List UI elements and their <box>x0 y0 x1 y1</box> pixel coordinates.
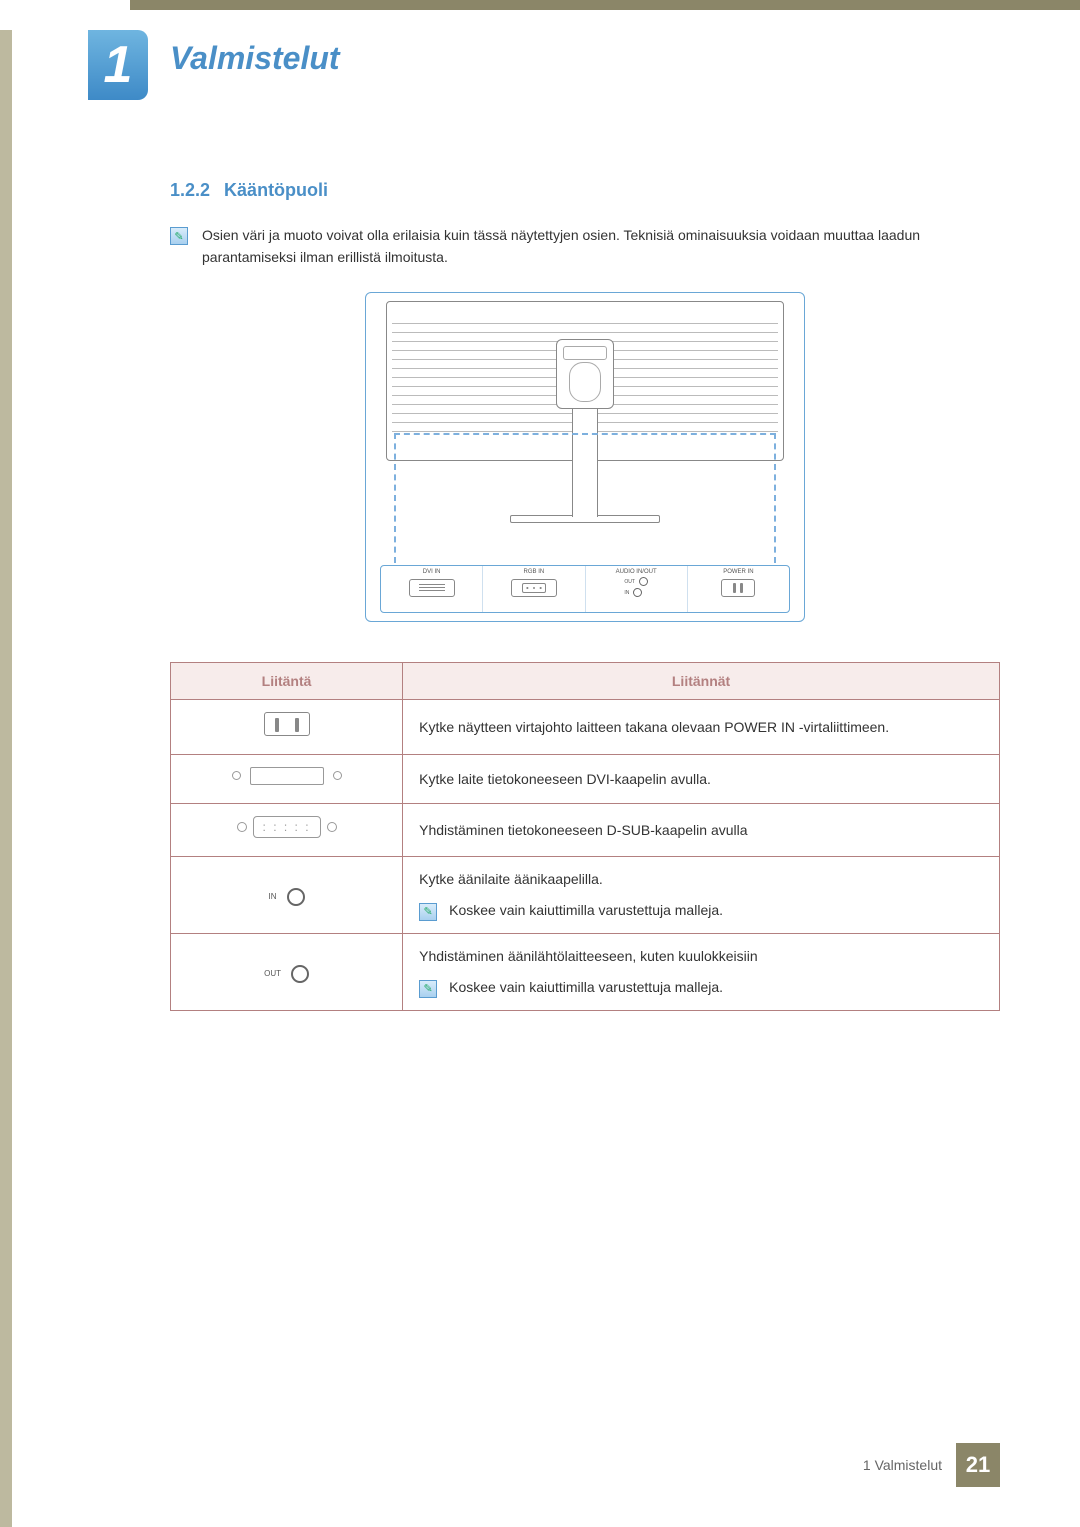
audio-out-port-icon: OUT <box>264 965 309 983</box>
port-cell: OUT <box>171 934 403 1011</box>
table-row: IN Kytke äänilaite äänikaapelilla. Koske… <box>171 857 1000 934</box>
port-desc: Yhdistäminen äänilähtölaitteeseen, kuten… <box>403 934 1000 1011</box>
ports-table: Liitäntä Liitännät Kytke näytteen virtaj… <box>170 662 1000 1011</box>
note-icon <box>419 903 437 921</box>
port-subnote: Koskee vain kaiuttimilla varustettuja ma… <box>449 900 723 921</box>
port-subnote: Koskee vain kaiuttimilla varustettuja ma… <box>449 977 723 998</box>
callout-line-left <box>394 433 396 563</box>
port-desc-text: Yhdistäminen äänilähtölaitteeseen, kuten… <box>419 946 983 967</box>
chapter-title: Valmistelut <box>170 40 340 77</box>
subsection-number: 1.2.2 <box>170 180 210 201</box>
note-row: Osien väri ja muoto voivat olla erilaisi… <box>170 225 1000 268</box>
table-row: Kytke näytteen virtajohto laitteen takan… <box>171 700 1000 755</box>
left-decorative-bar <box>0 30 12 1527</box>
port-cell: : : : : : <box>171 804 403 857</box>
port-desc: Kytke äänilaite äänikaapelilla. Koskee v… <box>403 857 1000 934</box>
power-port-icon <box>721 579 755 597</box>
col-header-port: Liitäntä <box>171 663 403 700</box>
page: 1 Valmistelut 1.2.2 Kääntöpuoli Osien vä… <box>0 0 1080 1527</box>
port-desc: Kytke laite tietokoneeseen DVI-kaapelin … <box>403 755 1000 804</box>
detail-audio: AUDIO IN/OUT OUT IN <box>586 566 688 612</box>
audio-label: AUDIO IN/OUT <box>616 569 657 575</box>
table-row: : : : : : Yhdistäminen tietokoneeseen D-… <box>171 804 1000 857</box>
footer-chapter-label: 1 Valmistelut <box>863 1457 942 1473</box>
chapter-number-block: 1 <box>88 30 148 100</box>
subsection-heading: 1.2.2 Kääntöpuoli <box>170 180 1000 201</box>
dvi-port-icon <box>409 579 455 597</box>
audio-out-label: OUT <box>624 579 635 585</box>
rgb-port-icon <box>511 579 557 597</box>
port-desc: Yhdistäminen tietokoneeseen D-SUB-kaapel… <box>403 804 1000 857</box>
callout-line-right <box>774 433 776 563</box>
footer-page-number: 21 <box>956 1443 1000 1487</box>
power-port-icon <box>264 712 310 736</box>
rgb-port-icon: : : : : : <box>237 816 337 838</box>
top-decorative-strip <box>130 0 1080 10</box>
monitor-rear-diagram: DVI IN RGB IN AUDIO IN/OUT OUT IN <box>365 292 805 622</box>
note-text: Osien väri ja muoto voivat olla erilaisi… <box>202 225 1000 268</box>
port-desc-text: Kytke äänilaite äänikaapelilla. <box>419 869 983 890</box>
audio-out-jack-icon <box>639 577 648 586</box>
audio-in-label: IN <box>624 590 629 596</box>
subsection-title: Kääntöpuoli <box>224 180 328 201</box>
rgb-label: RGB IN <box>524 569 545 575</box>
jack-label: IN <box>269 891 277 903</box>
port-detail-strip: DVI IN RGB IN AUDIO IN/OUT OUT IN <box>380 565 790 613</box>
audio-in-port-icon: IN <box>269 888 305 906</box>
port-cell: IN <box>171 857 403 934</box>
detail-dvi: DVI IN <box>381 566 483 612</box>
table-row: Kytke laite tietokoneeseen DVI-kaapelin … <box>171 755 1000 804</box>
stand-pole <box>572 407 598 517</box>
port-desc: Kytke näytteen virtajohto laitteen takan… <box>403 700 1000 755</box>
col-header-desc: Liitännät <box>403 663 1000 700</box>
page-footer: 1 Valmistelut 21 <box>863 1443 1000 1487</box>
jack-icon <box>291 965 309 983</box>
table-row: OUT Yhdistäminen äänilähtölaitteeseen, k… <box>171 934 1000 1011</box>
stand-mount <box>556 339 614 409</box>
audio-in-jack-icon <box>633 588 642 597</box>
detail-power: POWER IN <box>688 566 789 612</box>
port-cell <box>171 700 403 755</box>
dvi-label: DVI IN <box>423 569 441 575</box>
jack-icon <box>287 888 305 906</box>
note-icon <box>170 227 188 245</box>
jack-label: OUT <box>264 968 281 980</box>
audio-jacks: OUT IN <box>624 577 648 597</box>
power-label: POWER IN <box>723 569 753 575</box>
detail-rgb: RGB IN <box>483 566 585 612</box>
callout-line <box>394 433 776 435</box>
content-area: 1.2.2 Kääntöpuoli Osien väri ja muoto vo… <box>170 180 1000 1011</box>
dvi-port-icon <box>232 767 342 785</box>
port-cell <box>171 755 403 804</box>
diagram-wrap: DVI IN RGB IN AUDIO IN/OUT OUT IN <box>170 292 1000 622</box>
chapter-number: 1 <box>104 35 133 95</box>
note-icon <box>419 980 437 998</box>
